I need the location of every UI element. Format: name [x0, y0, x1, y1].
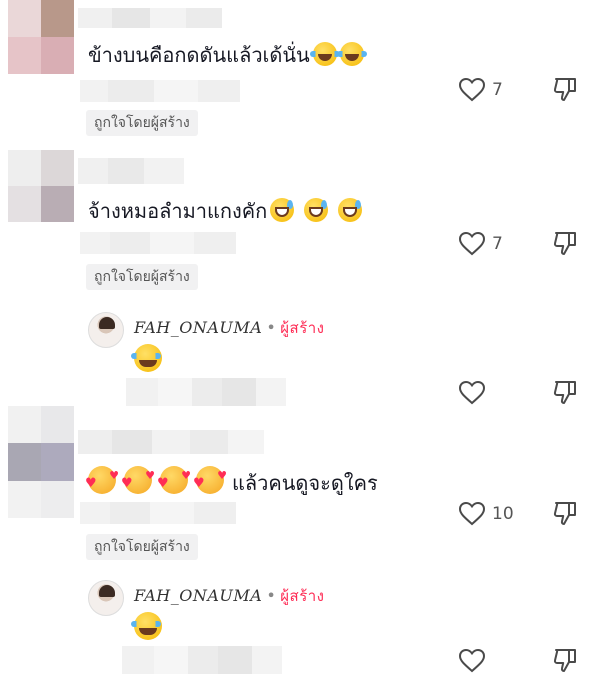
heart-outline-icon — [458, 501, 486, 526]
thumbs-down-icon — [553, 78, 576, 101]
creator-avatar[interactable] — [88, 312, 124, 348]
reply-meta-blurred — [126, 378, 286, 406]
heart-outline-icon — [458, 380, 486, 405]
laughing-tears-icon — [131, 344, 162, 372]
separator-dot: • — [266, 586, 277, 605]
comment-body: จ้างหมอลำมาแกงคัก — [88, 199, 268, 223]
comment-meta-blurred — [80, 232, 236, 254]
like-button[interactable]: 7 — [458, 77, 503, 103]
creator-badge: ผู้สร้าง — [280, 319, 325, 337]
reply-author-line: FAH_ONAUMA • ผู้สร้าง — [134, 584, 325, 608]
heart-outline-icon — [458, 648, 486, 673]
comment-meta-blurred — [80, 80, 240, 102]
smiling-face-with-hearts-icon — [157, 463, 191, 497]
reply-text — [131, 612, 162, 640]
like-button[interactable]: 7 — [458, 231, 503, 257]
username-blurred[interactable] — [78, 158, 184, 184]
comment-avatar-blurred[interactable] — [8, 406, 74, 518]
username-blurred[interactable] — [78, 8, 222, 28]
thumbs-down-icon — [553, 502, 576, 525]
like-count: 7 — [492, 234, 503, 254]
liked-by-creator-badge: ถูกใจโดยผู้สร้าง — [86, 110, 198, 136]
thumbs-down-icon — [553, 232, 576, 255]
sweat-smile-icon — [304, 198, 329, 222]
creator-badge: ผู้สร้าง — [280, 587, 325, 605]
laughing-tears-icon — [309, 42, 340, 66]
comment-text: จ้างหมอลำมาแกงคัก — [88, 198, 363, 224]
liked-by-creator-badge: ถูกใจโดยผู้สร้าง — [86, 534, 198, 560]
like-count: 10 — [492, 504, 514, 524]
reply-author-name[interactable]: FAH_ONAUMA — [134, 318, 262, 337]
comment-body: ข้างบนคือกดดันแล้วเด้นั่น — [88, 43, 310, 67]
reply-meta-blurred — [122, 646, 282, 674]
dislike-button[interactable] — [552, 379, 578, 405]
smiling-face-with-hearts-icon — [121, 463, 155, 497]
separator-dot: • — [266, 318, 277, 337]
creator-avatar[interactable] — [88, 580, 124, 616]
comment-text: แล้วคนดูจะดูใคร — [85, 463, 378, 497]
comment-text: ข้างบนคือกดดันแล้วเด้นั่น — [88, 42, 367, 68]
dislike-button[interactable] — [552, 76, 578, 102]
laughing-tears-icon — [131, 612, 162, 640]
sweat-smile-icon — [338, 198, 363, 222]
reply-author-name[interactable]: FAH_ONAUMA — [134, 586, 262, 605]
thumbs-down-icon — [553, 649, 576, 672]
liked-by-creator-badge: ถูกใจโดยผู้สร้าง — [86, 264, 198, 290]
smiling-face-with-hearts-icon — [85, 463, 119, 497]
like-count: 7 — [492, 80, 503, 100]
username-blurred[interactable] — [78, 430, 264, 454]
heart-outline-icon — [458, 77, 486, 102]
thumbs-down-icon — [553, 381, 576, 404]
dislike-button[interactable] — [552, 647, 578, 673]
dislike-button[interactable] — [552, 500, 578, 526]
reply-author-line: FAH_ONAUMA • ผู้สร้าง — [134, 316, 325, 340]
dislike-button[interactable] — [552, 230, 578, 256]
comment-body: แล้วคนดูจะดูใคร — [232, 471, 378, 495]
heart-outline-icon — [458, 231, 486, 256]
like-button[interactable] — [458, 380, 486, 406]
reply-text — [131, 344, 162, 372]
laughing-tears-icon — [336, 42, 367, 66]
comment-avatar-blurred[interactable] — [8, 0, 74, 74]
comment-avatar-blurred[interactable] — [8, 150, 74, 222]
smiling-face-with-hearts-icon — [193, 463, 227, 497]
like-button[interactable]: 10 — [458, 501, 514, 527]
comment-meta-blurred — [80, 502, 236, 524]
sweat-smile-icon — [270, 198, 295, 222]
like-button[interactable] — [458, 648, 486, 674]
